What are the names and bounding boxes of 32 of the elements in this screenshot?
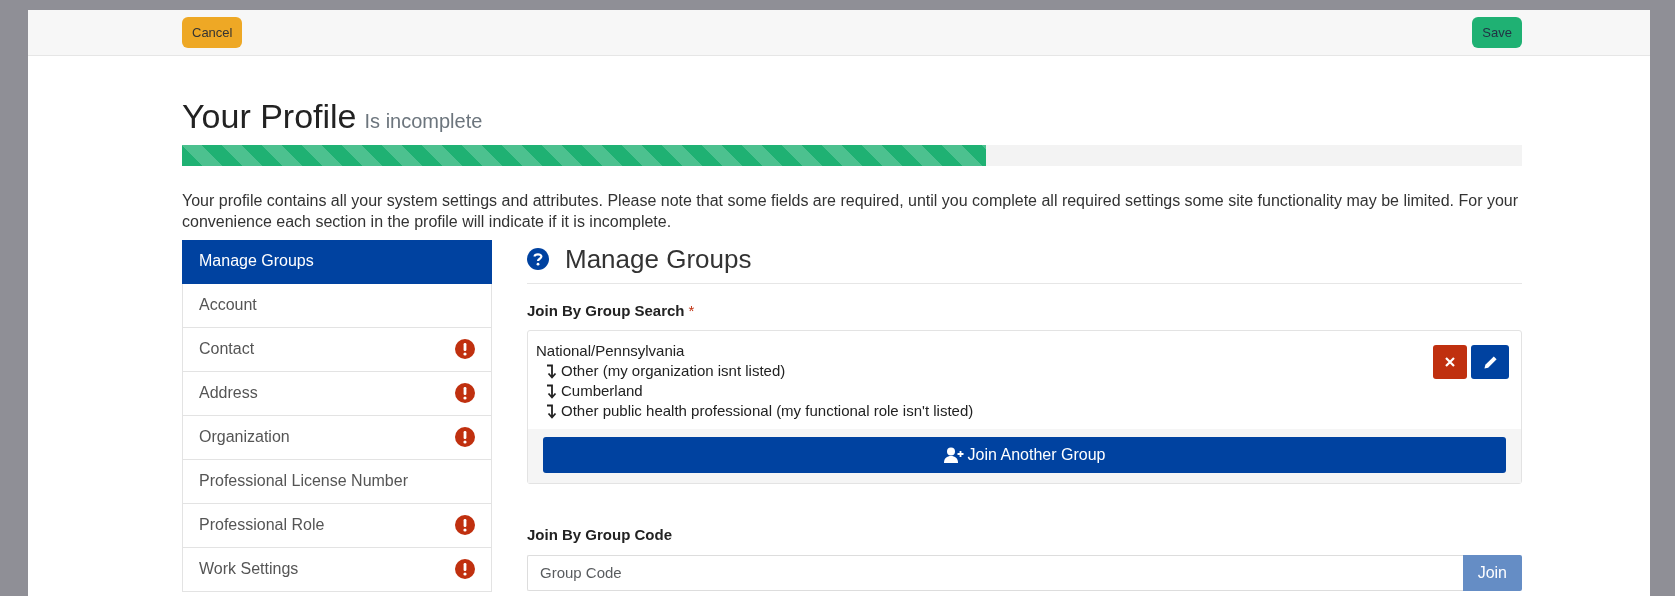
join-another-group-button[interactable]: Join Another Group [543, 437, 1506, 474]
sidebar-item[interactable]: Organization [182, 415, 492, 460]
section-title: Manage Groups [565, 242, 752, 276]
cancel-button[interactable]: Cancel [182, 16, 243, 49]
subgroup-name: Other public health professional (my functional role isn't listed) [561, 401, 974, 422]
page-subtitle: Is incomplete [364, 109, 483, 134]
field-label: Join By Group Code [527, 525, 673, 546]
page-title: Your Profile [182, 96, 357, 137]
subgroup-name: Cumberland [561, 381, 643, 402]
close-icon [1445, 357, 1455, 368]
required-mark: * [688, 300, 695, 321]
save-button[interactable]: Save [1472, 16, 1522, 49]
help-icon[interactable] [527, 248, 549, 271]
sidebar-item[interactable]: Professional License Number [182, 459, 492, 504]
sidebar-item[interactable]: Work Settings [182, 547, 492, 592]
group-path: National/Pennsylvania [536, 341, 686, 362]
pencil-icon [1482, 354, 1498, 370]
turn-down-arrow-icon [546, 403, 557, 419]
sidebar-item[interactable]: Manage Groups [182, 239, 492, 284]
sidebar-item[interactable]: Account [182, 283, 492, 328]
field-label: Join By Group Search [527, 300, 685, 321]
subgroup-name: Other (my organization isnt listed) [561, 361, 786, 382]
group-code-field[interactable]: Group Code [527, 554, 1463, 591]
intro-text: Your profile contains all your system settings and attributes. Please note that some fields are required, until you complete all required settings some site functionality may be limited. For your convenience each section in the profile will indicate if it is incomplete. [182, 190, 1520, 232]
turn-down-arrow-icon [546, 383, 557, 399]
edit-button[interactable] [1471, 345, 1509, 380]
remove-button[interactable] [1433, 345, 1467, 380]
user-plus-icon [943, 447, 964, 464]
sidebar-item[interactable]: Contact [182, 327, 492, 372]
sidebar-item[interactable]: Professional Role [182, 503, 492, 548]
turn-down-arrow-icon [546, 363, 557, 379]
sidebar-item[interactable]: Address [182, 371, 492, 416]
